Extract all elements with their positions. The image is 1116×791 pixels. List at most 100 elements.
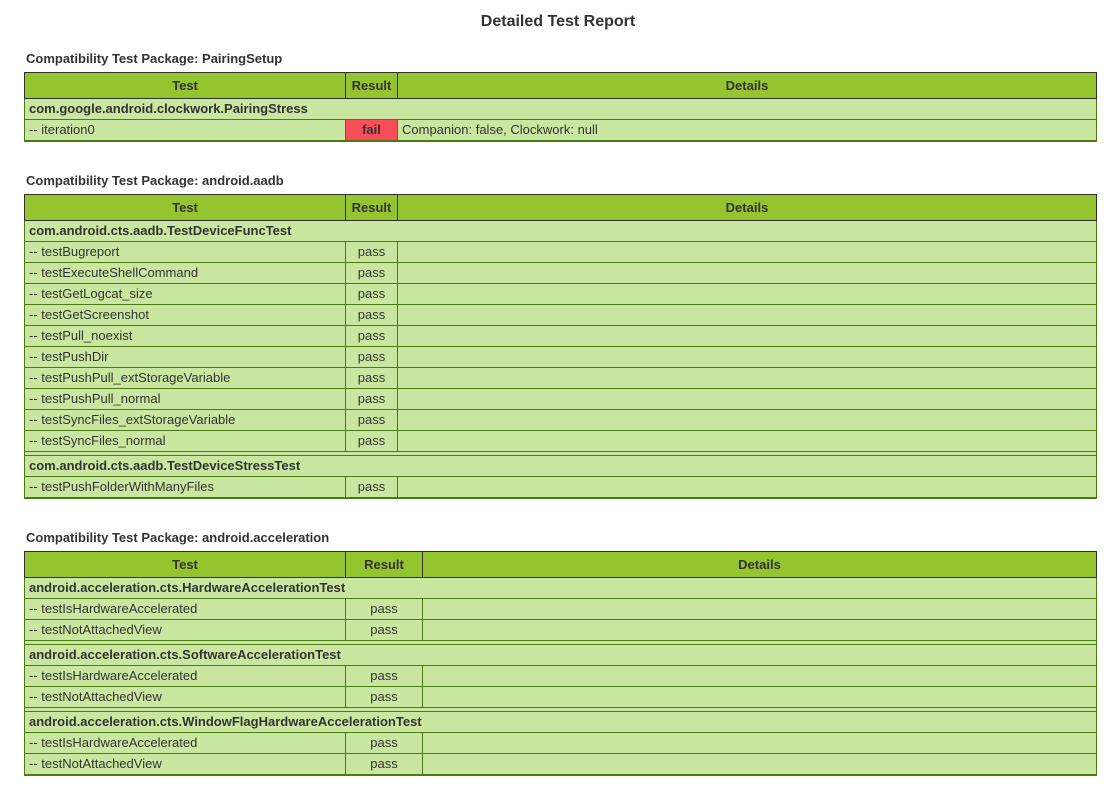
result-cell: pass — [346, 666, 423, 687]
result-cell: pass — [346, 284, 398, 305]
test-name-cell: -- testIsHardwareAccelerated — [25, 666, 346, 687]
result-cell: fail — [346, 120, 398, 142]
header-row: TestResultDetails — [25, 552, 1097, 578]
test-row: -- testNotAttachedViewpass — [25, 687, 1097, 708]
test-name-cell: -- testPushDir — [25, 347, 346, 368]
test-name-cell: -- testPushPull_extStorageVariable — [25, 368, 346, 389]
test-class-name-cell: android.acceleration.cts.WindowFlagHardw… — [25, 712, 1097, 733]
test-name-cell: -- testGetLogcat_size — [25, 284, 346, 305]
test-row: -- testSyncFiles_normalpass — [25, 431, 1097, 452]
result-cell: pass — [346, 263, 398, 284]
package-heading: Compatibility Test Package: android.acce… — [26, 530, 1097, 545]
table-body: TestResultDetailscom.google.android.cloc… — [25, 73, 1097, 142]
test-class-name-cell: com.google.android.clockwork.PairingStre… — [25, 99, 1097, 120]
test-class-row: com.google.android.clockwork.PairingStre… — [25, 99, 1097, 120]
result-cell: pass — [346, 431, 398, 452]
test-name-cell: -- testExecuteShellCommand — [25, 263, 346, 284]
test-name-cell: -- testPull_noexist — [25, 326, 346, 347]
table-body: TestResultDetailsandroid.acceleration.ct… — [25, 552, 1097, 776]
details-cell — [398, 410, 1097, 431]
test-results-table: TestResultDetailsandroid.acceleration.ct… — [24, 551, 1097, 776]
result-cell: pass — [346, 368, 398, 389]
package-section: Compatibility Test Package: PairingSetup… — [24, 51, 1097, 142]
result-cell: pass — [346, 410, 398, 431]
details-cell — [398, 326, 1097, 347]
test-name-cell: -- testSyncFiles_extStorageVariable — [25, 410, 346, 431]
test-name-cell: -- testIsHardwareAccelerated — [25, 733, 346, 754]
test-name-cell: -- testPushFolderWithManyFiles — [25, 477, 346, 499]
details-cell — [398, 389, 1097, 410]
test-class-row: com.android.cts.aadb.TestDeviceFuncTest — [25, 221, 1097, 242]
column-header-result: Result — [346, 552, 423, 578]
test-name-cell: -- testIsHardwareAccelerated — [25, 599, 346, 620]
header-row: TestResultDetails — [25, 195, 1097, 221]
details-cell — [398, 284, 1097, 305]
test-class-row: com.android.cts.aadb.TestDeviceStressTes… — [25, 456, 1097, 477]
details-cell — [423, 733, 1097, 754]
result-cell: pass — [346, 754, 423, 776]
report-page: Detailed Test Report Compatibility Test … — [0, 0, 1116, 791]
details-cell — [398, 368, 1097, 389]
test-row: -- testNotAttachedViewpass — [25, 620, 1097, 641]
details-cell — [398, 477, 1097, 499]
test-row: -- testGetLogcat_sizepass — [25, 284, 1097, 305]
result-cell: pass — [346, 389, 398, 410]
details-cell: Companion: false, Clockwork: null — [398, 120, 1097, 142]
test-class-row: android.acceleration.cts.WindowFlagHardw… — [25, 712, 1097, 733]
package-heading: Compatibility Test Package: PairingSetup — [26, 51, 1097, 66]
test-row: -- testIsHardwareAcceleratedpass — [25, 733, 1097, 754]
result-cell: pass — [346, 599, 423, 620]
column-header-test: Test — [25, 552, 346, 578]
test-class-name-cell: com.android.cts.aadb.TestDeviceStressTes… — [25, 456, 1097, 477]
details-cell — [423, 666, 1097, 687]
test-row: -- testBugreportpass — [25, 242, 1097, 263]
report-sections: Compatibility Test Package: PairingSetup… — [0, 51, 1116, 776]
test-class-name-cell: android.acceleration.cts.HardwareAcceler… — [25, 578, 1097, 599]
test-name-cell: -- testNotAttachedView — [25, 620, 346, 641]
details-cell — [423, 754, 1097, 776]
result-cell: pass — [346, 347, 398, 368]
column-header-details: Details — [423, 552, 1097, 578]
test-results-table: TestResultDetailscom.google.android.cloc… — [24, 72, 1097, 142]
details-cell — [423, 599, 1097, 620]
test-name-cell: -- testNotAttachedView — [25, 687, 346, 708]
test-row: -- testPushPull_extStorageVariablepass — [25, 368, 1097, 389]
result-cell: pass — [346, 477, 398, 499]
column-header-details: Details — [398, 73, 1097, 99]
test-row: -- testIsHardwareAcceleratedpass — [25, 599, 1097, 620]
header-row: TestResultDetails — [25, 73, 1097, 99]
details-cell — [398, 347, 1097, 368]
result-cell: pass — [346, 326, 398, 347]
test-name-cell: -- testBugreport — [25, 242, 346, 263]
details-cell — [423, 620, 1097, 641]
test-row: -- testPull_noexistpass — [25, 326, 1097, 347]
test-name-cell: -- testSyncFiles_normal — [25, 431, 346, 452]
result-cell: pass — [346, 687, 423, 708]
details-cell — [398, 263, 1097, 284]
test-class-row: android.acceleration.cts.SoftwareAcceler… — [25, 645, 1097, 666]
details-cell — [398, 305, 1097, 326]
test-row: -- testExecuteShellCommandpass — [25, 263, 1097, 284]
page-title: Detailed Test Report — [0, 13, 1116, 31]
test-name-cell: -- testGetScreenshot — [25, 305, 346, 326]
column-header-test: Test — [25, 73, 346, 99]
package-heading: Compatibility Test Package: android.aadb — [26, 173, 1097, 188]
test-name-cell: -- iteration0 — [25, 120, 346, 142]
test-row: -- testIsHardwareAcceleratedpass — [25, 666, 1097, 687]
test-name-cell: -- testPushPull_normal — [25, 389, 346, 410]
test-class-name-cell: com.android.cts.aadb.TestDeviceFuncTest — [25, 221, 1097, 242]
details-cell — [423, 687, 1097, 708]
result-cell: pass — [346, 242, 398, 263]
column-header-details: Details — [398, 195, 1097, 221]
test-row: -- testNotAttachedViewpass — [25, 754, 1097, 776]
result-cell: pass — [346, 620, 423, 641]
column-header-result: Result — [346, 73, 398, 99]
package-section: Compatibility Test Package: android.acce… — [24, 530, 1097, 776]
test-name-cell: -- testNotAttachedView — [25, 754, 346, 776]
test-row: -- testPushFolderWithManyFilespass — [25, 477, 1097, 499]
package-section: Compatibility Test Package: android.aadb… — [24, 173, 1097, 499]
test-row: -- testSyncFiles_extStorageVariablepass — [25, 410, 1097, 431]
test-row: -- testGetScreenshotpass — [25, 305, 1097, 326]
details-cell — [398, 242, 1097, 263]
test-row: -- iteration0failCompanion: false, Clock… — [25, 120, 1097, 142]
